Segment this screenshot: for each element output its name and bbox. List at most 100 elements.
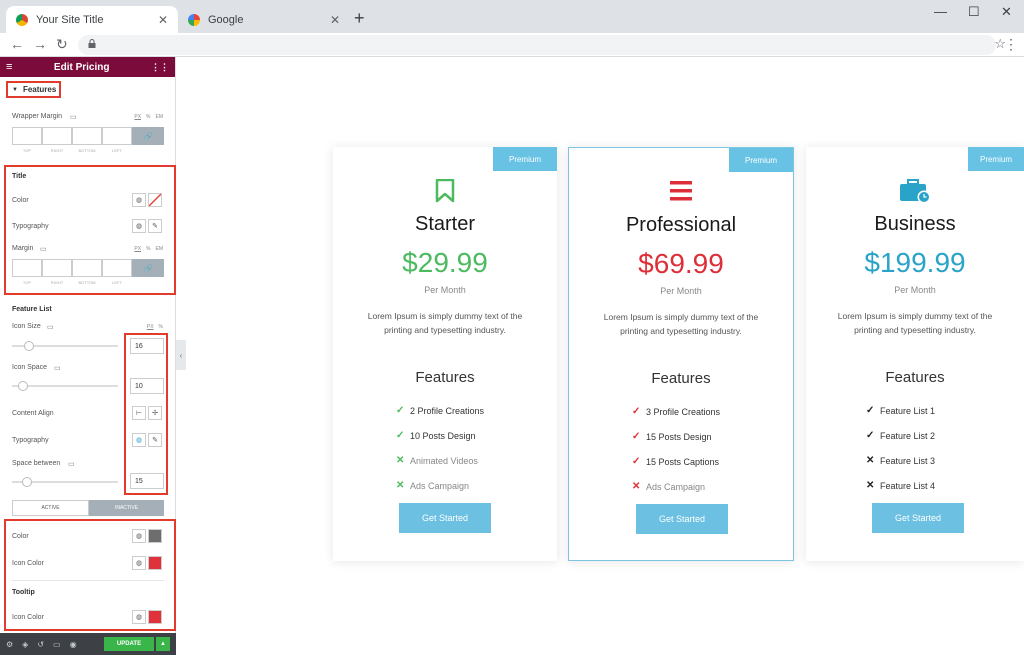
feature-color-label: Color (12, 533, 29, 540)
icon-size-input[interactable]: 16 (130, 338, 164, 354)
get-started-button[interactable]: Get Started (399, 503, 491, 533)
pencil-icon[interactable]: ✎ (148, 433, 162, 447)
grid-icon[interactable]: ⋮⋮ (151, 62, 169, 73)
margin-top-input[interactable] (12, 127, 42, 145)
globe-icon[interactable]: ◍ (132, 219, 146, 233)
feature-item: ✓ Feature List 1 (806, 398, 1024, 423)
icon-size-slider[interactable] (12, 341, 118, 351)
side-label: RIGHT (50, 280, 64, 285)
margin-left-input[interactable] (102, 259, 132, 277)
unit-percent[interactable]: % (159, 324, 163, 330)
preview-eye-icon[interactable]: ◉ (70, 640, 77, 649)
plan-title: Professional (625, 214, 737, 236)
check-icon: ✓ (396, 405, 405, 416)
feature-color-picker[interactable] (148, 529, 162, 543)
responsive-icon[interactable]: ▭ (53, 640, 61, 649)
globe-icon[interactable]: ◍ (132, 433, 146, 447)
content-align-label: Content Align (12, 410, 54, 417)
minimize-button[interactable]: — (934, 4, 947, 19)
unit-px[interactable]: PX (147, 324, 154, 330)
feature-text: Feature List 2 (880, 430, 936, 441)
caret-up-icon[interactable]: ▲ (156, 637, 170, 651)
features-heading: Features (885, 369, 945, 386)
history-icon[interactable]: ↺ (37, 640, 44, 649)
globe-icon[interactable]: ◍ (132, 529, 146, 543)
margin-top-input[interactable] (12, 259, 42, 277)
unit-px[interactable]: PX (134, 246, 141, 252)
layers-icon[interactable]: ◈ (22, 640, 28, 649)
address-bar[interactable]: ☆ (78, 35, 1006, 55)
tab-inactive[interactable]: INACTIVE (89, 500, 164, 516)
title-color-picker[interactable] (148, 193, 162, 207)
cross-icon: ✕ (396, 480, 405, 491)
unit-em[interactable]: EM (156, 246, 164, 252)
pencil-icon[interactable]: ✎ (148, 219, 162, 233)
reload-icon[interactable]: ↻ (56, 36, 68, 53)
feature-list: ✓ 2 Profile Creations ✓ 10 Posts Design … (333, 398, 557, 498)
margin-left-input[interactable] (102, 127, 132, 145)
link-icon[interactable]: 🔗 (132, 127, 164, 145)
unit-switcher[interactable]: PX % EM (134, 246, 163, 252)
hamburger-icon[interactable]: ≡ (6, 61, 12, 73)
collapse-panel-handle[interactable]: ‹ (176, 340, 186, 370)
feature-icon-color-picker[interactable] (148, 556, 162, 570)
globe-icon[interactable]: ◍ (132, 610, 146, 624)
check-icon: ✓ (632, 456, 641, 467)
desktop-icon[interactable]: ▭ (70, 113, 77, 121)
desktop-icon[interactable]: ▭ (47, 323, 54, 331)
unit-switcher[interactable]: PX % EM (134, 114, 163, 120)
desktop-icon[interactable]: ▭ (68, 460, 75, 468)
plan-price: $69.99 (638, 248, 724, 279)
forward-icon[interactable]: → (33, 36, 47, 52)
margin-bottom-input[interactable] (72, 259, 102, 277)
browser-toolbar: ← → ↻ ☆ ⋮ (0, 33, 1024, 57)
side-label: TOP (22, 148, 32, 153)
more-menu-icon[interactable]: ⋮ (1004, 36, 1018, 53)
desktop-icon[interactable]: ▭ (54, 364, 61, 372)
tab-google[interactable]: Google ✕ (178, 6, 350, 33)
unit-percent[interactable]: % (146, 114, 150, 120)
globe-icon[interactable]: ◍ (132, 193, 146, 207)
close-icon[interactable]: ✕ (158, 13, 168, 27)
title-heading: Title (12, 173, 27, 180)
feature-text: Feature List 3 (880, 455, 936, 466)
unit-em[interactable]: EM (156, 114, 164, 120)
close-icon[interactable]: ✕ (330, 13, 340, 27)
align-center-icon[interactable]: ✢ (148, 406, 162, 420)
settings-icon[interactable]: ⚙ (6, 640, 13, 649)
margin-right-input[interactable] (42, 127, 72, 145)
tab-your-site-title[interactable]: Your Site Title ✕ (6, 6, 178, 33)
slider-handle[interactable] (24, 341, 34, 351)
slider-handle[interactable] (18, 381, 28, 391)
slider-handle[interactable] (22, 477, 32, 487)
features-section-toggle[interactable]: ▼ Features (6, 81, 61, 98)
plan-title: Starter (414, 213, 476, 235)
tooltip-icon-color-picker[interactable] (148, 610, 162, 624)
window-close-button[interactable]: ✕ (1001, 4, 1012, 20)
margin-bottom-input[interactable] (72, 127, 102, 145)
margin-right-input[interactable] (42, 259, 72, 277)
new-tab-button[interactable]: + (354, 8, 365, 29)
space-between-input[interactable]: 15 (130, 473, 164, 489)
icon-space-slider[interactable] (12, 381, 118, 391)
update-button[interactable]: UPDATE (104, 637, 154, 651)
globe-icon[interactable]: ◍ (132, 556, 146, 570)
align-left-icon[interactable]: ⊢ (132, 406, 146, 420)
unit-switcher[interactable]: PX % (147, 324, 163, 330)
icon-space-input[interactable]: 10 (130, 378, 164, 394)
feature-list-heading: Feature List (12, 306, 52, 313)
tab-active[interactable]: ACTIVE (12, 500, 89, 516)
back-icon[interactable]: ← (10, 36, 24, 52)
plan-description: Lorem Ipsum is simply dummy text of the … (837, 311, 993, 335)
feature-text: Ads Campaign (410, 480, 470, 491)
link-icon[interactable]: 🔗 (132, 259, 164, 277)
desktop-icon[interactable]: ▭ (40, 245, 47, 253)
space-between-slider[interactable] (12, 477, 118, 487)
unit-percent[interactable]: % (146, 246, 150, 252)
get-started-button[interactable]: Get Started (636, 504, 728, 534)
maximize-button[interactable]: ☐ (968, 4, 980, 20)
premium-badge: Premium (729, 148, 793, 172)
get-started-button[interactable]: Get Started (872, 503, 964, 533)
icon-size-label: Icon Size (12, 323, 41, 330)
unit-px[interactable]: PX (134, 114, 141, 120)
